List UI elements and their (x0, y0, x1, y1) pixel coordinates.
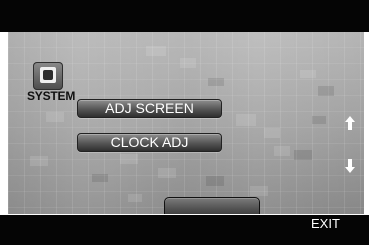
adj-screen-label: ADJ SCREEN (105, 100, 194, 116)
system-badge: SYSTEM (24, 62, 76, 106)
scroll-up-icon[interactable] (343, 114, 357, 132)
clock-adj-label: CLOCK ADJ (110, 134, 189, 150)
adj-screen-button[interactable]: ADJ SCREEN (77, 99, 222, 118)
system-settings-icon (33, 62, 63, 90)
blank-button[interactable] (164, 197, 260, 214)
clock-adj-button[interactable]: CLOCK ADJ (77, 133, 222, 152)
top-status-bar (0, 0, 369, 32)
menu-screen: SYSTEM ADJ SCREEN CLOCK ADJ (8, 32, 364, 214)
exit-label[interactable]: EXIT (311, 216, 340, 231)
system-label: SYSTEM (27, 89, 76, 103)
scroll-down-icon[interactable] (343, 157, 357, 175)
